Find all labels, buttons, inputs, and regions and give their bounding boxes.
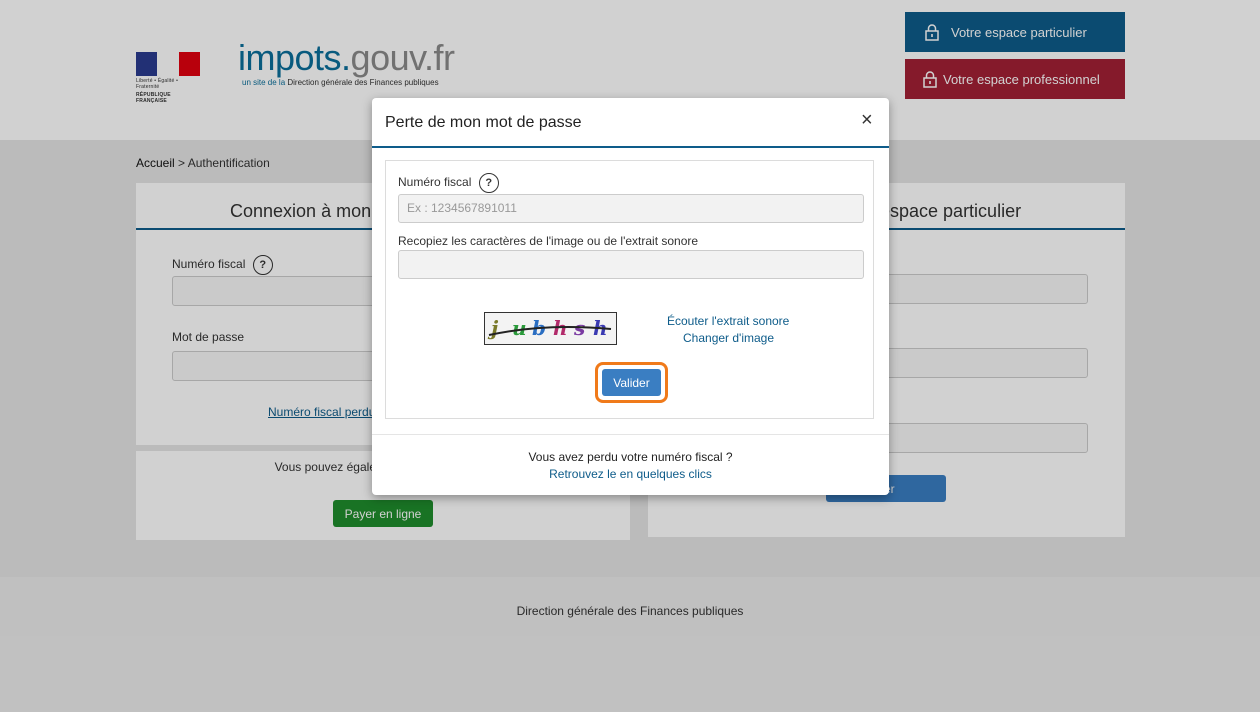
audio-captcha-link[interactable]: Écouter l'extrait sonore	[667, 314, 789, 328]
captcha-strike-line	[488, 326, 612, 336]
valider-button[interactable]: Valider	[602, 369, 661, 396]
close-icon[interactable]: ×	[861, 108, 873, 132]
change-captcha-link[interactable]: Changer d'image	[683, 331, 774, 345]
footer-question: Vous avez perdu votre numéro fiscal ?	[528, 450, 733, 464]
modal-divider	[372, 146, 889, 148]
modal-form: Numéro fiscal ? Ex : 1234567891011 Recop…	[385, 160, 874, 419]
retrieve-numero-link[interactable]: Retrouvez le en quelques clics	[372, 467, 889, 481]
help-icon[interactable]: ?	[478, 173, 499, 193]
captcha-input[interactable]	[398, 250, 864, 279]
modal-numero-input[interactable]: Ex : 1234567891011	[398, 194, 864, 223]
modal-footer-divider	[372, 434, 889, 435]
password-recovery-modal: Perte de mon mot de passe × Numéro fisca…	[372, 98, 889, 495]
captcha-image: j u b h s h	[484, 312, 617, 345]
modal-numero-label: Numéro fiscal ?	[398, 173, 499, 193]
captcha-label: Recopiez les caractères de l'image ou de…	[398, 234, 699, 248]
modal-numero-label-text: Numéro fiscal	[398, 175, 472, 190]
modal-title: Perte de mon mot de passe	[385, 114, 582, 131]
